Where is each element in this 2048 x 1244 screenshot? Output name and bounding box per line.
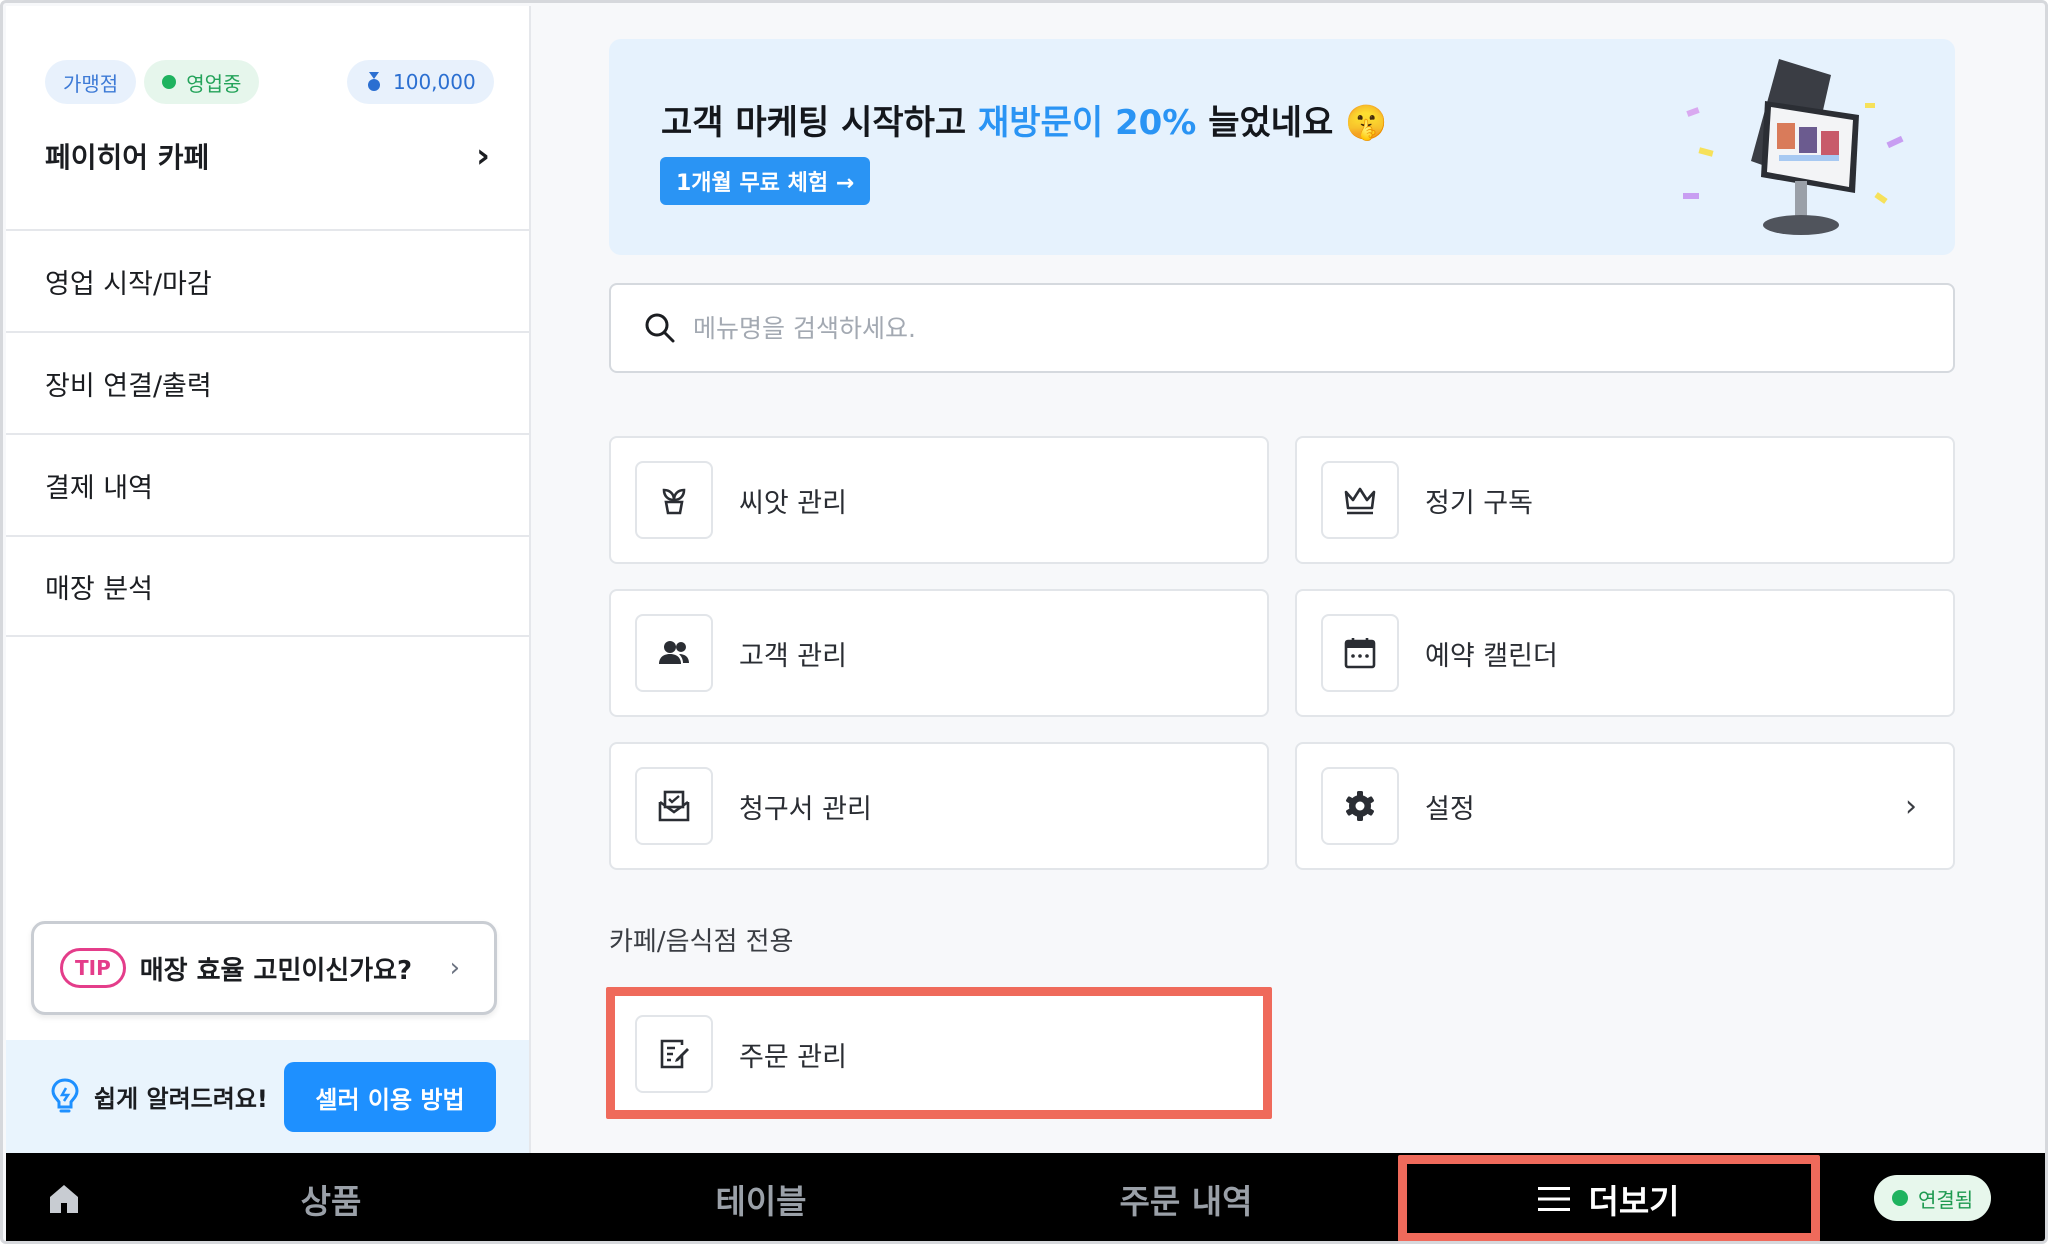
sidebar-item-label: 결제 내역 [45,472,153,504]
card-icon-box [1321,767,1399,845]
tip-text: 매장 효율 고민이신가요? [139,955,413,986]
help-text: 쉽게 알려드려요! [94,1085,268,1113]
card-label: 정기 구독 [1425,487,1533,519]
sidebar-item-label: 영업 시작/마감 [45,268,212,300]
card-icon-box [1321,461,1399,539]
search-icon [645,313,675,343]
card-icon-box [1321,614,1399,692]
store-name: 페이히어 카페 [45,141,210,174]
highlight-box-order-management [606,987,1272,1119]
free-trial-button[interactable]: 1개월 무료 체험 → [660,157,871,205]
points-value: 100,000 [393,70,476,94]
status-badge: 영업중 [144,60,260,104]
tip-card[interactable]: TIP 매장 효율 고민이신가요? › [31,921,497,1015]
sidebar-item-label: 장비 연결/출력 [45,370,212,402]
card-reservation-calendar[interactable]: 예약 캘린더 [1295,589,1955,717]
pos-device-icon [1683,59,1904,235]
points-badge[interactable]: 100,000 [347,60,494,104]
banner-title-suffix: 늘었네요 [1196,103,1346,143]
card-seed-management[interactable]: 씨앗 관리 [609,436,1269,564]
bottom-nav: 상품 테이블 주문 내역 더보기 연결됨 [6,1153,2045,1241]
seller-guide-button[interactable]: 셀러 이용 방법 [284,1062,496,1132]
card-label: 설정 [1425,793,1475,825]
sprout-icon [662,488,686,515]
card-label: 씨앗 관리 [739,487,847,519]
card-icon-box [635,614,713,692]
lightbulb-icon [51,1077,79,1112]
sidebar-menu: 영업 시작/마감 장비 연결/출력 결제 내역 매장 분석 [6,229,529,637]
store-type-badge: 가맹점 [45,60,137,104]
users-icon [659,641,689,664]
help-panel: 쉽게 알려드려요! 셀러 이용 방법 [6,1040,529,1153]
nav-tab-tables[interactable]: 테이블 [641,1153,881,1241]
nav-tab-label: 상품 [300,1181,362,1221]
connection-status-badge: 연결됨 [1874,1175,1992,1221]
section-title: 카페/음식점 전용 [609,927,794,957]
tip-badge: TIP [60,948,126,988]
app-window: 가맹점 영업중 100,000 페이히어 카페 › 영업 시작/마감 장비 연결… [0,0,2048,1244]
gear-icon [1346,791,1374,821]
card-icon-box [635,767,713,845]
sidebar-item-payments[interactable]: 결제 내역 [6,433,529,535]
banner-title-prefix: 고객 마케팅 시작하고 [661,103,979,143]
nav-tab-order-history[interactable]: 주문 내역 [1066,1153,1306,1241]
invoice-mail-icon [658,790,690,822]
nav-tab-products[interactable]: 상품 [216,1153,446,1241]
chevron-right-icon: › [475,136,490,176]
card-label: 청구서 관리 [739,793,872,825]
sidebar: 가맹점 영업중 100,000 페이히어 카페 › 영업 시작/마감 장비 연결… [6,6,531,1153]
calendar-icon [1344,638,1376,669]
sidebar-item-analytics[interactable]: 매장 분석 [6,535,529,637]
menu-search-bar[interactable] [609,283,1955,373]
status-dot-icon [162,75,177,89]
banner-title-highlight: 재방문이 20% [978,103,1197,143]
nav-tab-label: 주문 내역 [1119,1181,1253,1221]
promo-banner[interactable]: 고객 마케팅 시작하고 재방문이 20% 늘었네요 🤫 1개월 무료 체험 → [609,39,1955,255]
shush-emoji-icon: 🤫 [1345,103,1388,143]
highlight-box-more-tab [1398,1155,1820,1241]
chevron-right-icon: › [449,953,460,983]
store-selector[interactable]: 페이히어 카페 › [45,134,490,178]
status-dot-icon [1892,1190,1908,1206]
card-label: 고객 관리 [739,640,847,672]
status-label: 영업중 [186,71,242,96]
card-icon-box [635,461,713,539]
badge-group: 가맹점 영업중 [45,60,260,104]
card-settings[interactable]: 설정 › [1295,742,1955,870]
search-input[interactable] [693,313,1893,343]
sidebar-item-business-hours[interactable]: 영업 시작/마감 [6,229,529,331]
store-type-label: 가맹점 [63,71,119,96]
card-subscription[interactable]: 정기 구독 [1295,436,1955,564]
chevron-right-icon: › [1905,788,1917,824]
banner-title: 고객 마케팅 시작하고 재방문이 20% 늘었네요 🤫 [661,95,1388,144]
sidebar-item-devices[interactable]: 장비 연결/출력 [6,331,529,433]
card-label: 예약 캘린더 [1425,640,1558,672]
connection-status-label: 연결됨 [1918,1187,1974,1212]
home-icon[interactable] [46,1181,82,1217]
sidebar-item-label: 매장 분석 [45,573,153,605]
crown-icon [1344,487,1376,515]
nav-tab-label: 테이블 [715,1181,807,1221]
medal-icon [368,72,380,91]
card-invoice-management[interactable]: 청구서 관리 [609,742,1269,870]
card-customer-management[interactable]: 고객 관리 [609,589,1269,717]
